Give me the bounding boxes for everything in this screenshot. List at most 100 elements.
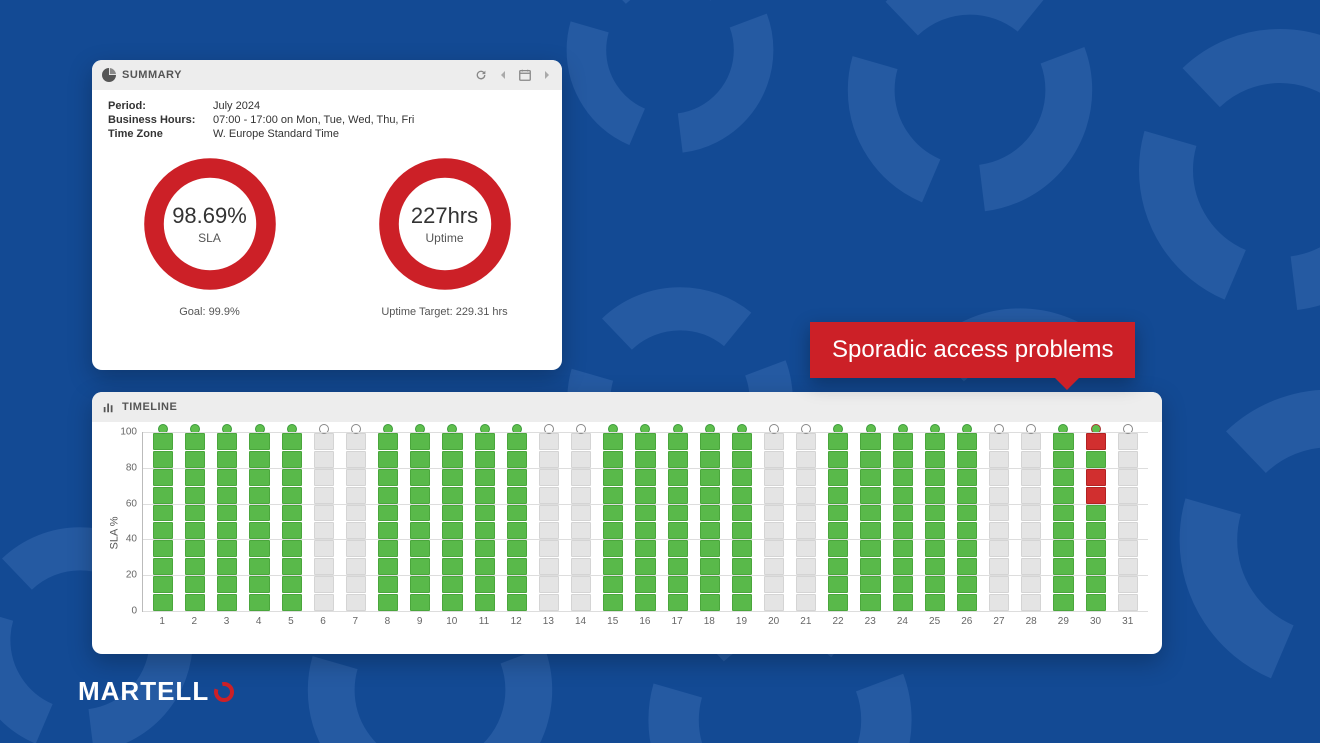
anomaly-callout: Sporadic access problems <box>810 322 1135 378</box>
y-tick: 100 <box>120 427 137 438</box>
timeline-chart: SLA % 020406080100 123456789101112131415… <box>92 422 1162 644</box>
sla-label: SLA <box>198 231 221 245</box>
x-tick: 13 <box>534 616 562 627</box>
x-tick: 2 <box>180 616 208 627</box>
day-column <box>149 432 177 611</box>
x-tick: 1 <box>148 616 176 627</box>
sla-footer: Goal: 99.9% <box>130 306 290 318</box>
tz-value: W. Europe Standard Time <box>213 128 339 140</box>
uptime-label: Uptime <box>425 231 463 245</box>
day-column <box>856 432 884 611</box>
x-tick: 18 <box>695 616 723 627</box>
x-tick: 14 <box>566 616 594 627</box>
day-column <box>535 432 563 611</box>
day-column <box>889 432 917 611</box>
summary-header: SUMMARY <box>92 60 562 90</box>
grid-line <box>143 468 1148 469</box>
day-column <box>503 432 531 611</box>
summary-panel: SUMMARY Period:July 2024 Business Hours:… <box>92 60 562 370</box>
day-column <box>245 432 273 611</box>
sla-gauge: 98.69% SLA Goal: 99.9% <box>130 154 290 318</box>
x-tick: 4 <box>245 616 273 627</box>
day-column <box>1114 432 1142 611</box>
bg-ring-icon <box>1170 380 1320 700</box>
uptime-gauge: 227hrs Uptime Uptime Target: 229.31 hrs <box>365 154 525 318</box>
grid-line <box>143 539 1148 540</box>
sla-value: 98.69% <box>172 203 247 229</box>
day-column <box>1082 432 1110 611</box>
x-tick: 10 <box>438 616 466 627</box>
prev-button[interactable] <box>498 70 508 80</box>
x-tick: 23 <box>856 616 884 627</box>
bg-ring-icon <box>560 0 780 160</box>
bg-ring-icon <box>1130 20 1320 320</box>
day-column <box>631 432 659 611</box>
x-tick: 28 <box>1017 616 1045 627</box>
y-tick: 0 <box>131 606 137 617</box>
day-column <box>181 432 209 611</box>
x-tick: 9 <box>406 616 434 627</box>
grid-line <box>143 611 1148 612</box>
timeline-panel: TIMELINE SLA % 020406080100 123456789101… <box>92 392 1162 654</box>
hours-value: 07:00 - 17:00 on Mon, Tue, Wed, Thu, Fri <box>213 114 414 126</box>
day-column <box>374 432 402 611</box>
day-column <box>824 432 852 611</box>
day-column <box>278 432 306 611</box>
x-tick: 19 <box>727 616 755 627</box>
day-column <box>310 432 338 611</box>
x-tick: 11 <box>470 616 498 627</box>
x-tick: 16 <box>631 616 659 627</box>
grid-line <box>143 575 1148 576</box>
day-column <box>953 432 981 611</box>
day-column <box>696 432 724 611</box>
y-tick: 40 <box>126 534 137 545</box>
next-button[interactable] <box>542 70 552 80</box>
day-column <box>438 432 466 611</box>
day-column <box>342 432 370 611</box>
timeline-title: TIMELINE <box>122 401 177 413</box>
hours-label: Business Hours: <box>108 114 213 126</box>
day-column <box>599 432 627 611</box>
day-column <box>567 432 595 611</box>
y-tick: 20 <box>126 570 137 581</box>
timeline-header: TIMELINE <box>92 392 1162 422</box>
day-column <box>728 432 756 611</box>
pie-chart-icon <box>102 68 116 82</box>
refresh-button[interactable] <box>474 68 488 82</box>
day-column <box>760 432 788 611</box>
day-column <box>664 432 692 611</box>
x-tick: 29 <box>1049 616 1077 627</box>
day-column <box>471 432 499 611</box>
uptime-footer: Uptime Target: 229.31 hrs <box>365 306 525 318</box>
calendar-button[interactable] <box>518 68 532 82</box>
day-column <box>406 432 434 611</box>
x-tick: 3 <box>212 616 240 627</box>
period-label: Period: <box>108 100 213 112</box>
brand-logo: MARTELL <box>78 676 236 707</box>
x-tick: 7 <box>341 616 369 627</box>
x-tick: 5 <box>277 616 305 627</box>
x-tick: 15 <box>599 616 627 627</box>
uptime-value: 227hrs <box>411 203 478 229</box>
y-axis-label: SLA % <box>109 516 121 549</box>
x-tick: 21 <box>792 616 820 627</box>
x-tick: 20 <box>760 616 788 627</box>
x-tick: 22 <box>824 616 852 627</box>
y-tick: 60 <box>126 498 137 509</box>
day-column <box>985 432 1013 611</box>
grid-line <box>143 432 1148 433</box>
x-tick: 30 <box>1081 616 1109 627</box>
day-column <box>792 432 820 611</box>
brand-ring-icon <box>212 680 236 704</box>
y-tick: 80 <box>126 462 137 473</box>
x-tick: 24 <box>888 616 916 627</box>
x-tick: 17 <box>663 616 691 627</box>
x-tick: 12 <box>502 616 530 627</box>
summary-meta: Period:July 2024 Business Hours:07:00 - … <box>92 90 562 140</box>
brand-text: MARTELL <box>78 676 209 707</box>
day-column <box>921 432 949 611</box>
bar-chart-icon <box>102 400 116 414</box>
x-tick: 31 <box>1114 616 1142 627</box>
x-tick: 8 <box>373 616 401 627</box>
x-tick: 27 <box>985 616 1013 627</box>
